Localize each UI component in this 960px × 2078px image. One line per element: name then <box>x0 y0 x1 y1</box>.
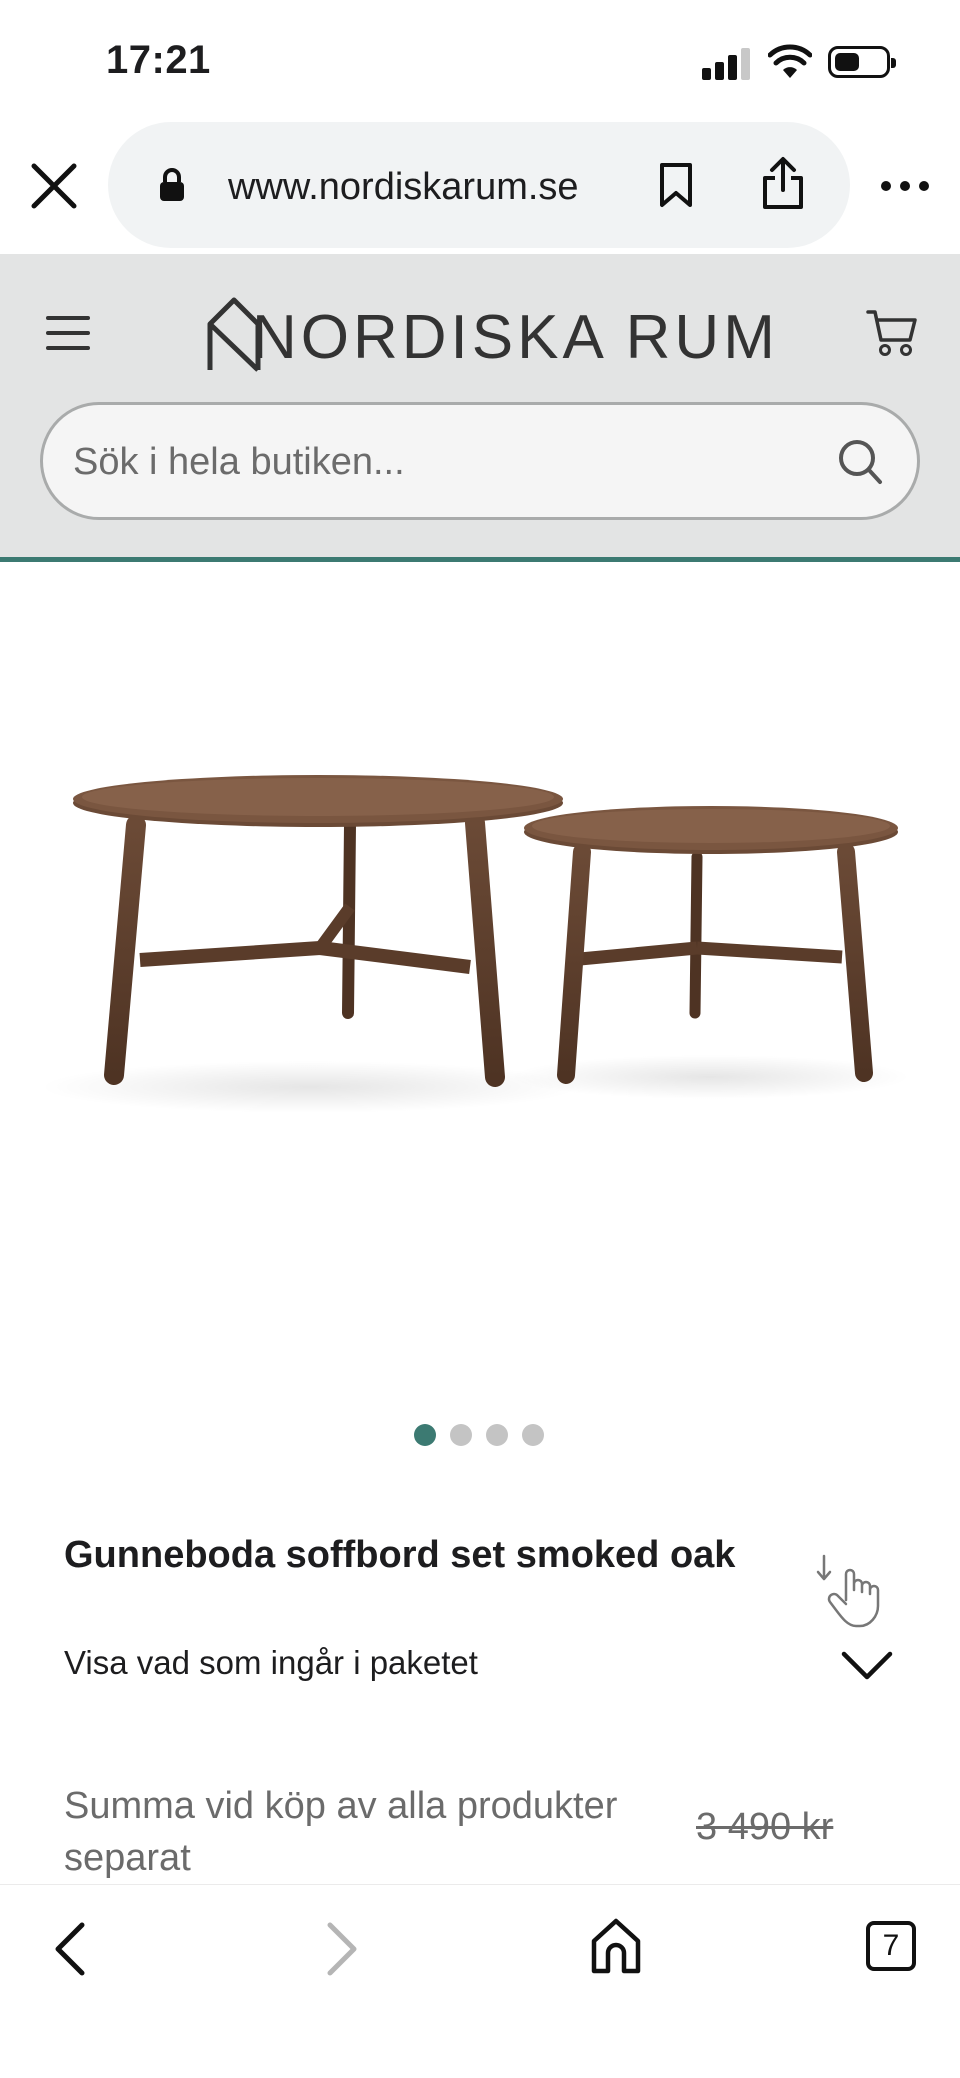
product-title: Gunneboda soffbord set smoked oak <box>64 1534 736 1576</box>
more-icon[interactable] <box>880 178 930 194</box>
coffee-tables-image <box>40 775 910 1113</box>
logo-text: NORDISKA RUM <box>252 303 779 372</box>
site-header: NORDISKA RUM <box>0 254 960 562</box>
carousel-dot[interactable] <box>486 1424 508 1446</box>
status-bar: 17:21 <box>0 0 960 120</box>
search-icon[interactable] <box>835 435 885 489</box>
menu-icon[interactable] <box>46 316 90 350</box>
scroll-hint-icon <box>816 1554 880 1628</box>
url-text[interactable]: www.nordiskarum.se <box>228 166 579 209</box>
carousel-dot[interactable] <box>414 1424 436 1446</box>
package-toggle[interactable]: Visa vad som ingår i paketet <box>0 1640 960 1700</box>
browser-bar: www.nordiskarum.se <box>0 120 960 254</box>
bookmark-icon[interactable] <box>656 162 696 208</box>
chevron-down-icon[interactable] <box>840 1648 894 1682</box>
package-label[interactable]: Visa vad som ingår i paketet <box>64 1644 478 1682</box>
bottom-toolbar: 7 <box>0 1884 960 2078</box>
sum-label: Summa vid köp av alla produkter separat <box>64 1785 618 1879</box>
home-icon[interactable] <box>590 1917 642 1975</box>
carousel-dot[interactable] <box>450 1424 472 1446</box>
small-table <box>524 806 898 1084</box>
tabs-icon[interactable]: 7 <box>866 1921 916 1971</box>
wifi-icon <box>768 44 812 78</box>
carousel-dot[interactable] <box>522 1424 544 1446</box>
forward-icon[interactable] <box>322 1919 362 1979</box>
lock-icon <box>160 168 184 201</box>
share-icon[interactable] <box>760 156 806 210</box>
status-time: 17:21 <box>106 38 211 82</box>
back-icon[interactable] <box>50 1919 90 1979</box>
product-image[interactable] <box>0 567 960 1397</box>
search-box[interactable] <box>40 402 920 520</box>
search-input[interactable] <box>73 435 833 489</box>
address-bar[interactable]: www.nordiskarum.se <box>108 122 850 248</box>
carousel-dots[interactable] <box>414 1424 554 1448</box>
signal-icon <box>702 48 750 80</box>
cart-icon[interactable] <box>866 308 918 358</box>
site-logo[interactable]: NORDISKA RUM <box>206 294 775 376</box>
close-icon[interactable] <box>28 160 80 212</box>
old-price: 3 490 kr <box>696 1806 834 1848</box>
battery-icon <box>828 46 896 78</box>
large-table <box>73 775 563 1087</box>
